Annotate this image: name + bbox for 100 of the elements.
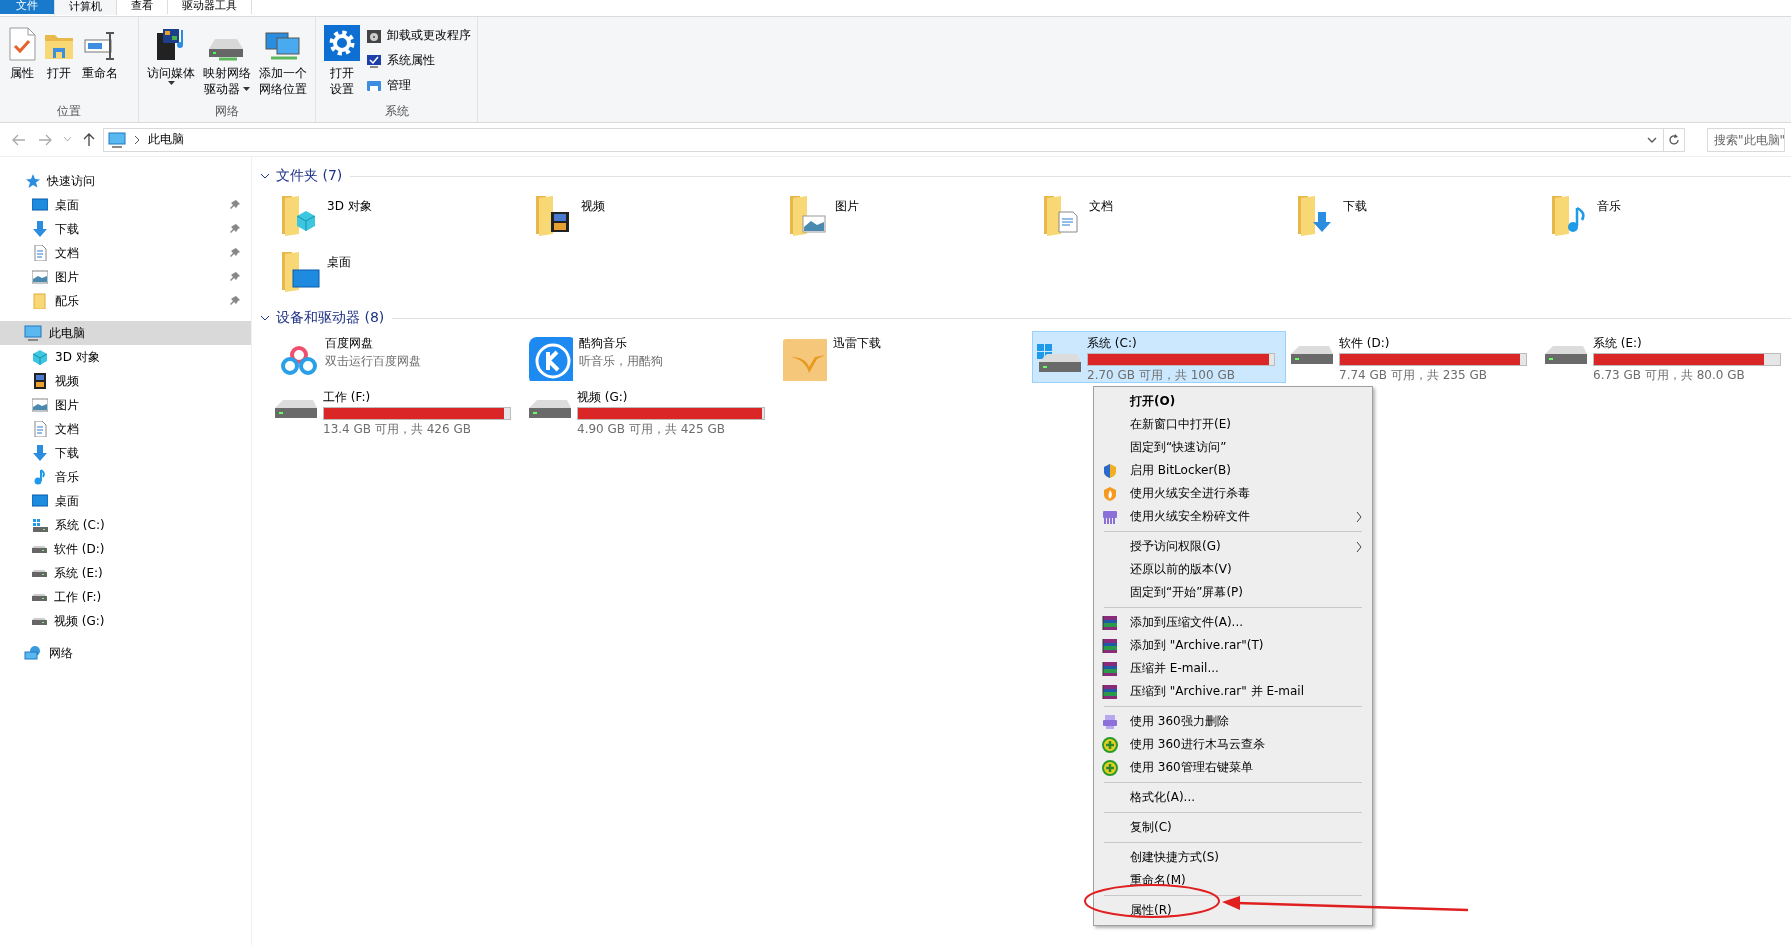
menu-item[interactable]: 使用 360进行木马云查杀 (1096, 733, 1370, 756)
document-icon (32, 245, 48, 261)
menu-item[interactable]: 使用火绒安全粉碎文件 (1096, 505, 1370, 528)
nav-item[interactable]: 文档 (0, 417, 251, 441)
folder-item[interactable]: 下载 (1286, 189, 1540, 245)
ribbon-button[interactable]: 管理 (366, 75, 471, 96)
menu-item[interactable]: 使用 360管理右键菜单 (1096, 756, 1370, 779)
breadcrumb[interactable]: 此电脑 (148, 131, 184, 148)
nav-item[interactable]: 工作 (F:) (0, 585, 251, 609)
menu-item[interactable]: 复制(C) (1096, 816, 1370, 839)
windows-drive-icon (1037, 344, 1081, 373)
caret-down-icon (167, 81, 175, 85)
ribbon-button[interactable]: 属性 (6, 21, 38, 102)
menu-item[interactable]: 固定到“快速访问” (1096, 436, 1370, 459)
film-icon (32, 373, 48, 389)
nav-item[interactable]: 配乐 (0, 289, 251, 313)
plus-circle-icon (1102, 736, 1118, 753)
nav-item[interactable]: 文档 (0, 241, 251, 265)
nav-item[interactable]: 桌面 (0, 193, 251, 217)
drive-icon (1545, 344, 1587, 365)
ribbon-button[interactable]: 添加一个 网络位置 (257, 21, 309, 102)
folder-item[interactable]: 音乐 (1540, 189, 1791, 245)
app-item[interactable]: 百度网盘 双击运行百度网盘 (270, 331, 524, 383)
drive-icon (1291, 344, 1333, 365)
menu-item[interactable]: 创建快捷方式(S) (1096, 846, 1370, 869)
drive-icon (529, 398, 571, 419)
menu-item[interactable]: 还原以前的版本(V) (1096, 558, 1370, 581)
chevron-down-icon[interactable] (1647, 136, 1657, 143)
menu-item[interactable]: 重命名(M) (1096, 869, 1370, 892)
nav-item[interactable]: 下载 (0, 441, 251, 465)
ribbon-button[interactable]: 系统属性 (366, 50, 471, 71)
folder-item[interactable]: 视频 (524, 189, 778, 245)
menu-item[interactable]: 属性(R) (1096, 899, 1370, 922)
ribbon-button[interactable]: 访问媒体 (145, 21, 197, 102)
monitors-icon (265, 29, 301, 61)
menu-item[interactable]: 授予访问权限(G) (1096, 535, 1370, 558)
nav-item[interactable]: 软件 (D:) (0, 537, 251, 561)
nav-item[interactable]: 音乐 (0, 465, 251, 489)
nav-item[interactable]: 网络 (0, 641, 251, 665)
ribbon-tab[interactable]: 查看 (117, 0, 168, 14)
menu-item[interactable]: 使用火绒安全进行杀毒 (1096, 482, 1370, 505)
folder-item[interactable]: 图片 (778, 189, 1032, 245)
drive-item[interactable]: 软件 (D:) 7.74 GB 可用，共 235 GB (1286, 331, 1540, 383)
section-header[interactable]: 文件夹 (7) (260, 167, 343, 185)
nav-item[interactable]: 系统 (E:) (0, 561, 251, 585)
group-label: 网络 (214, 103, 240, 120)
nav-item[interactable]: 视频 (G:) (0, 609, 251, 633)
folder-item[interactable]: 文档 (1032, 189, 1286, 245)
monitor-check-icon (366, 52, 382, 69)
nav-item[interactable]: 图片 (0, 265, 251, 289)
desktop-icon (32, 197, 48, 213)
folder-item[interactable]: 3D 对象 (270, 189, 524, 245)
drive-icon (32, 593, 47, 601)
nav-item[interactable]: 图片 (0, 393, 251, 417)
rename-icon (84, 31, 116, 61)
menu-item[interactable]: 打开(O) (1096, 390, 1370, 413)
address-bar[interactable]: 此电脑 (103, 127, 1664, 152)
nav-item[interactable]: 下载 (0, 217, 251, 241)
chevron-right-icon (134, 135, 140, 144)
ribbon-tab[interactable]: 文件 (0, 0, 54, 14)
menu-item[interactable]: 启用 BitLocker(B) (1096, 459, 1370, 482)
ribbon-button[interactable]: 打开 (42, 21, 76, 102)
menu-item[interactable]: 使用 360强力删除 (1096, 710, 1370, 733)
ribbon-button[interactable]: 卸载或更改程序 (366, 25, 471, 46)
refresh-button[interactable] (1663, 127, 1685, 152)
nav-item[interactable]: 3D 对象 (0, 345, 251, 369)
drive-icon (32, 569, 47, 577)
nav-item[interactable]: 视频 (0, 369, 251, 393)
menu-item[interactable]: 在新窗口中打开(E) (1096, 413, 1370, 436)
drive-item[interactable]: 系统 (C:) 2.70 GB 可用，共 100 GB (1032, 331, 1286, 383)
menu-item[interactable]: 添加到压缩文件(A)... (1096, 611, 1370, 634)
settings-icon[interactable] (324, 25, 360, 61)
folder-item[interactable]: 桌面 (270, 245, 524, 301)
flame-shield-icon (1102, 485, 1118, 502)
drive-item[interactable]: 工作 (F:) 13.4 GB 可用，共 426 GB (270, 385, 524, 437)
ribbon-tab[interactable]: 驱动器工具 (168, 0, 252, 14)
drive-item[interactable]: 视频 (G:) 4.90 GB 可用，共 425 GB (524, 385, 778, 437)
drive-icon (32, 545, 47, 553)
up-arrow-icon[interactable] (83, 132, 95, 147)
section-header[interactable]: 设备和驱动器 (8) (260, 309, 385, 327)
ribbon-button[interactable]: 映射网络 驱动器 (201, 21, 253, 102)
menu-item[interactable]: 添加到 "Archive.rar"(T) (1096, 634, 1370, 657)
menu-item[interactable]: 压缩到 "Archive.rar" 并 E-mail (1096, 680, 1370, 703)
search-field[interactable]: 搜索"此电脑" (1707, 127, 1785, 152)
ribbon-button[interactable]: 打开 设置 (322, 21, 362, 102)
nav-item[interactable]: 桌面 (0, 489, 251, 513)
nav-item[interactable]: 系统 (C:) (0, 513, 251, 537)
shield-icon (1102, 462, 1118, 479)
menu-item[interactable]: 格式化(A)... (1096, 786, 1370, 809)
ribbon-button[interactable]: 重命名 (80, 21, 120, 102)
nav-item[interactable]: 此电脑 (0, 321, 251, 345)
drive-item[interactable]: 系统 (E:) 6.73 GB 可用，共 80.0 GB (1540, 331, 1791, 383)
plus-circle-icon (1102, 759, 1118, 776)
book-stack-icon (1102, 660, 1118, 677)
app-item[interactable]: 迅雷下载 (778, 331, 1032, 383)
menu-item[interactable]: 固定到“开始”屏幕(P) (1096, 581, 1370, 604)
app-item[interactable]: 酷狗音乐 听音乐，用酷狗 (524, 331, 778, 383)
menu-item[interactable]: 压缩并 E-mail... (1096, 657, 1370, 680)
nav-item[interactable]: 快速访问 (0, 169, 251, 193)
ribbon-tab[interactable]: 计算机 (54, 0, 117, 15)
